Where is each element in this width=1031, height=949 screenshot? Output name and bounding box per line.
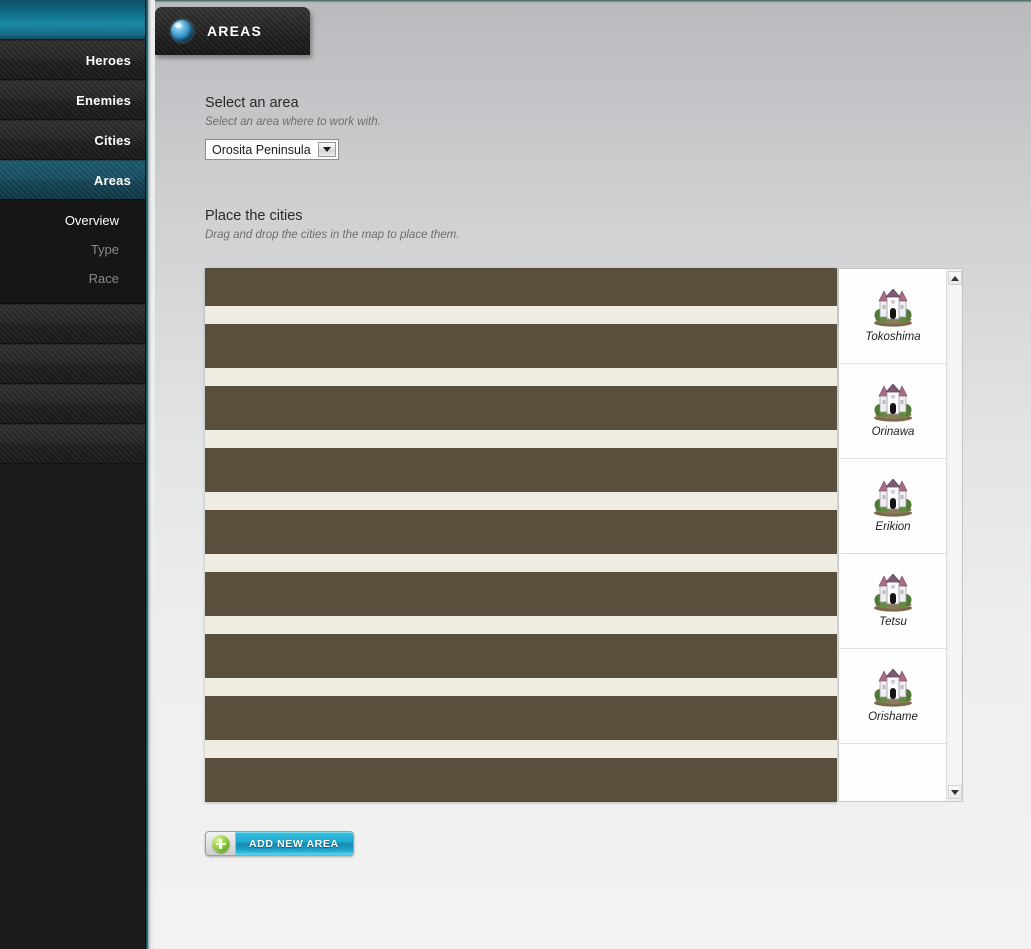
select-area-section: Select an area Select an area where to w… xyxy=(205,95,1025,160)
area-map[interactable]: Takaeshi xyxy=(214,277,828,793)
city-list: Tokoshima Orinawa Erikion Tetsu Orishame xyxy=(839,269,946,801)
placed-city-marker[interactable]: Takaeshi xyxy=(422,354,482,402)
sidebar-item-label: Areas xyxy=(93,172,131,188)
sidebar-subitem-overview[interactable]: Overview xyxy=(0,206,145,235)
tab-areas[interactable]: AREAS xyxy=(155,7,310,55)
sidebar-subitem-race[interactable]: Race xyxy=(0,264,145,293)
castle-icon xyxy=(874,479,912,517)
sidebar-subitem-label: Race xyxy=(88,271,119,286)
sidebar-item-enemies[interactable]: Enemies xyxy=(0,80,145,120)
map-frame: Takaeshi xyxy=(205,268,837,802)
city-list-item[interactable]: Erikion xyxy=(839,459,946,554)
triangle-up-icon[interactable] xyxy=(947,271,962,285)
castle-icon xyxy=(874,574,912,612)
sidebar-subitem-type[interactable]: Type xyxy=(0,235,145,264)
sidebar-item-areas[interactable]: Areas xyxy=(0,160,145,200)
sidebar-subnav: Overview Type Race xyxy=(0,200,145,304)
sidebar-item-label: Heroes xyxy=(85,52,131,68)
map-terrain xyxy=(214,277,809,793)
globe-icon xyxy=(171,20,193,42)
castle-icon xyxy=(874,289,912,327)
castle-icon xyxy=(435,354,469,387)
sidebar-item-empty xyxy=(0,304,145,344)
select-area-title: Select an area xyxy=(205,95,299,111)
place-cities-hint: Drag and drop the cities in the map to p… xyxy=(205,229,460,241)
place-cities-section: Place the cities Drag and drop the citie… xyxy=(205,208,1025,241)
city-list-item[interactable]: Orishame xyxy=(839,649,946,744)
sidebar-header xyxy=(0,0,145,40)
sidebar-nav-list: Heroes Enemies Cities Areas xyxy=(0,40,145,200)
sidebar-item-empty xyxy=(0,384,145,424)
placed-city-label: Takaeshi xyxy=(429,389,475,402)
city-list-scrollbar[interactable] xyxy=(946,269,962,801)
castle-icon xyxy=(874,669,912,707)
sidebar-item-cities[interactable]: Cities xyxy=(0,120,145,160)
city-list-item[interactable]: Tokoshima xyxy=(839,269,946,364)
areas-panel: Select an area Select an area where to w… xyxy=(205,95,1025,252)
city-list-item-label: Tokoshima xyxy=(865,331,921,343)
sidebar-item-empty xyxy=(0,344,145,384)
city-list-panel: Tokoshima Orinawa Erikion Tetsu Orishame xyxy=(838,268,963,802)
city-list-item-label: Erikion xyxy=(875,521,911,533)
tab-areas-label: AREAS xyxy=(207,23,263,39)
chevron-down-icon[interactable] xyxy=(317,142,336,157)
tab-bar: AREAS xyxy=(155,7,1031,59)
sidebar-subitem-label: Overview xyxy=(64,213,119,228)
add-new-area-button[interactable]: ADD NEW AREA xyxy=(205,831,354,856)
add-new-area-label: ADD NEW AREA xyxy=(249,837,339,850)
area-select-value: Orosita Peninsula xyxy=(212,142,311,157)
city-list-item[interactable]: Tetsu xyxy=(839,554,946,649)
sidebar: Heroes Enemies Cities Areas Overview Type Rac… xyxy=(0,0,145,949)
city-list-item-label: Orinawa xyxy=(871,426,915,438)
sidebar-subitem-label: Type xyxy=(90,242,119,257)
city-list-item[interactable]: Orinawa xyxy=(839,364,946,459)
sidebar-item-heroes[interactable]: Heroes xyxy=(0,40,145,80)
sidebar-blank-items xyxy=(0,304,145,464)
plus-circle-icon xyxy=(206,832,236,855)
sidebar-item-label: Enemies xyxy=(76,92,131,108)
sidebar-item-empty xyxy=(0,424,145,464)
city-list-item-label: Orishame xyxy=(868,711,918,723)
triangle-down-icon[interactable] xyxy=(947,785,962,799)
sidebar-right-border xyxy=(145,0,155,949)
content-top-rule xyxy=(155,0,1031,3)
main-content: AREAS Select an area Select an area wher… xyxy=(155,0,1031,949)
castle-icon xyxy=(874,384,912,422)
sidebar-item-label: Cities xyxy=(94,132,131,148)
scrollbar-track[interactable] xyxy=(948,285,961,785)
city-list-item-label: Tetsu xyxy=(879,616,907,628)
select-area-hint: Select an area where to work with. xyxy=(205,116,381,128)
place-cities-title: Place the cities xyxy=(205,208,303,224)
area-select[interactable]: Orosita Peninsula xyxy=(205,139,339,160)
